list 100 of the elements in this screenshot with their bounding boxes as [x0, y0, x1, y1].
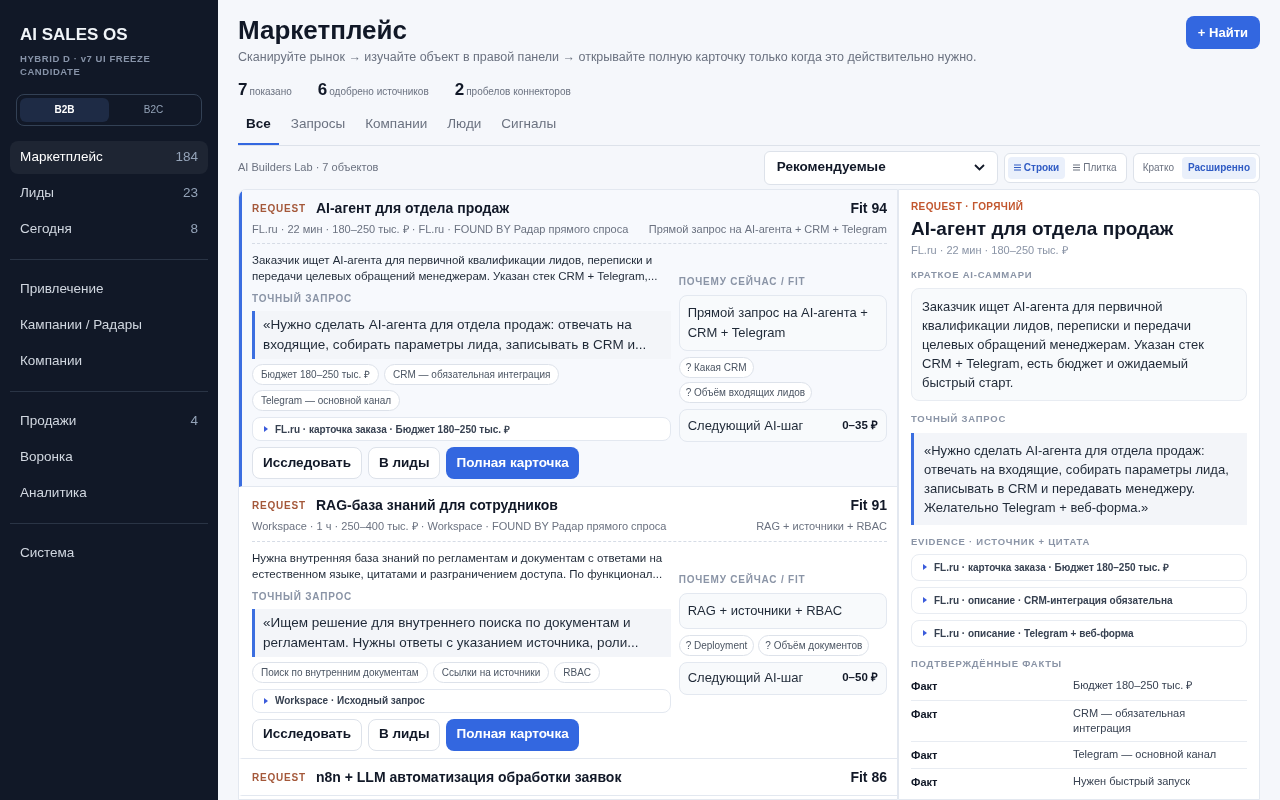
question-chip: ? Какая CRM — [678, 357, 754, 378]
stat-label: одобрено источников — [329, 84, 429, 99]
nav-item[interactable]: Сегодня 8 — [10, 212, 208, 246]
nav-item[interactable]: Компании — [10, 344, 208, 378]
fact-value: CRM — обязательная интеграция — [1073, 705, 1187, 736]
tag-chip: Бюджет 180–250 тыс. ₽ — [252, 364, 379, 385]
caret-icon — [922, 564, 928, 571]
action-button[interactable]: Полная карточка — [446, 718, 579, 751]
card-fit-reason: Прямой запрос на AI-агента + CRM + Telegram — [648, 221, 887, 237]
detail-meta: FL.ru · 22 мин · 180–250 тыс. ₽ — [911, 242, 1069, 258]
lead-card[interactable] — [239, 189, 897, 487]
tag-chip: CRM — обязательная интеграция — [384, 364, 560, 385]
stat-label: пробелов коннекторов — [466, 84, 571, 99]
quote-block: «Нужно сделать AI-агента для отдела продаж: отвечать на входящие, собирать параметры лида, записывать в CRM и... — [252, 311, 671, 359]
segment-tab[interactable]: B2C — [109, 97, 198, 122]
question-chip: ? Объём документов — [758, 634, 870, 656]
fact-label: Факт — [911, 747, 939, 763]
find-button[interactable]: + Найти — [1185, 16, 1260, 49]
segment-tab[interactable]: B2B — [20, 97, 109, 122]
evidence-row[interactable]: FL.ru · описание · CRM-интеграция обязательна — [911, 586, 1247, 614]
card-fit-reason: RAG + источники + RBAC — [756, 519, 887, 534]
nav-label: Воронка — [20, 447, 73, 466]
section-label: EVIDENCE · ИСТОЧНИК + ЦИТАТА — [911, 534, 1092, 549]
nav-item[interactable]: Продажи 4 — [10, 404, 208, 438]
section-label: ТОЧНЫЙ ЗАПРОС — [252, 589, 354, 604]
nav-item[interactable]: Лиды 23 — [10, 176, 208, 210]
filter-tab[interactable]: Запросы — [282, 112, 354, 145]
type-label: REQUEST — [252, 770, 306, 785]
next-step-price: 0–35 ₽ — [842, 417, 878, 433]
nav-label: Лиды — [20, 183, 54, 202]
fact-value: Нужен быстрый запуск — [1073, 774, 1191, 789]
nav-label: Система — [20, 543, 75, 562]
fit-reason-box: Прямой запрос на AI-агента + CRM + Telegram — [678, 295, 887, 351]
summary-box: Заказчик ищет AI-агента для первичной квалификации лидов, переписки и передачи целевых обращений менеджерам. Указан стек CRM + Telegram, есть бюджет и ожидаемый быстрый старт. — [911, 288, 1247, 402]
tag-chip: Telegram — основной канал — [252, 390, 401, 411]
density-button[interactable]: Расширенно — [1182, 156, 1256, 179]
app-subtitle: HYBRID D · v7 UI FREEZE CANDIDATE — [19, 51, 152, 78]
action-button[interactable]: Полная карточка — [446, 447, 579, 479]
question-chip: ? Deployment — [678, 634, 755, 656]
stat-value: 7 — [238, 78, 248, 101]
detail-eyebrow: REQUEST · ГОРЯЧИЙ — [911, 199, 1025, 214]
caret-icon — [922, 630, 928, 637]
question-chip: ? Объём входящих лидов — [678, 382, 813, 403]
type-label: REQUEST — [252, 499, 306, 513]
action-button[interactable]: В лиды — [368, 718, 441, 751]
filter-tab[interactable]: Сигналы — [493, 112, 565, 145]
filter-tab[interactable]: Компании — [357, 112, 436, 145]
nav-item[interactable]: Привлечение — [10, 272, 208, 306]
card-title: AI-агент для отдела продаж — [315, 198, 510, 218]
action-button[interactable]: Исследовать — [252, 718, 362, 751]
nav-label: Маркетплейс — [20, 147, 103, 166]
chevron-down-icon — [973, 164, 985, 171]
sort-select[interactable]: Рекомендуемые — [763, 150, 998, 185]
nav-item[interactable]: Кампании / Радары — [10, 308, 208, 342]
nav-item[interactable]: Система — [10, 536, 208, 570]
fit-reason-box: RAG + источники + RBAC — [678, 592, 887, 629]
fact-label: Факт — [911, 706, 939, 722]
stat-value: 2 — [454, 78, 465, 101]
card-summary: Заказчик ищет AI-агента для первичной квалификации лидов, переписки и передачи целевых обращений менеджерам. Указан стек CRM + Telegram,... — [252, 253, 659, 284]
filter-tab[interactable]: Все — [238, 112, 279, 145]
nav-label: Привлечение — [20, 279, 104, 298]
section-label: ПОДТВЕРЖДЁННЫЕ ФАКТЫ — [911, 656, 1063, 671]
section-label: ТОЧНЫЙ ЗАПРОС — [911, 412, 1008, 427]
card-title: n8n + LLM автоматизация обработки заявок — [315, 767, 622, 787]
nav-item[interactable]: Воронка — [10, 440, 208, 474]
section-label: ТОЧНЫЙ ЗАПРОС — [252, 291, 354, 306]
card-meta: FL.ru · 22 мин · 180–250 тыс. ₽ · FL.ru · FOUND BY Радар прямого спроса — [252, 221, 629, 237]
evidence-row[interactable]: Workspace · Исходный запрос — [252, 688, 671, 713]
evidence-row[interactable]: FL.ru · карточка заказа · Бюджет 180–250 тыс. ₽ — [252, 417, 671, 441]
nav-count: 184 — [175, 147, 198, 166]
detail-title: AI-агент для отдела продаж — [911, 216, 1175, 241]
nav-item[interactable]: Аналитика — [10, 476, 208, 510]
context-label: AI Builders Lab · 7 объектов — [238, 160, 379, 176]
view-mode-button[interactable]: Строки — [1007, 156, 1066, 179]
stat-value: 6 — [317, 78, 328, 101]
nav-count: 4 — [190, 411, 198, 430]
view-mode-button[interactable]: Плитка — [1067, 156, 1123, 179]
section-label: ПОЧЕМУ СЕЙЧАС / FIT — [678, 572, 807, 587]
caret-icon — [263, 426, 269, 432]
nav-label: Аналитика — [20, 483, 87, 502]
app-title: AI SALES OS — [19, 24, 129, 46]
action-button[interactable]: В лиды — [368, 447, 441, 479]
next-step-price: 0–50 ₽ — [842, 670, 878, 686]
nav-item[interactable]: Маркетплейс 184 — [10, 140, 208, 174]
action-button[interactable]: Исследовать — [252, 447, 362, 479]
evidence-row[interactable]: FL.ru · карточка заказа · Бюджет 180–250 тыс. ₽ — [911, 553, 1247, 581]
density-button[interactable]: Кратко — [1136, 156, 1180, 179]
stat-label: показано — [249, 84, 292, 99]
nav-label: Продажи — [20, 411, 77, 430]
evidence-row[interactable]: FL.ru · описание · Telegram + веб-форма — [911, 619, 1247, 647]
card-summary: Нужна внутренняя база знаний по регламентам и документам с ответами на естественном языке, цитатами и разграничением доступа. По функционал... — [252, 550, 664, 582]
fact-value: Telegram — основной канал — [1073, 746, 1218, 762]
tag-chip: Ссылки на источники — [432, 661, 550, 683]
fit-score: Fit 94 — [850, 198, 887, 218]
caret-icon — [263, 697, 269, 704]
nav-count: 23 — [182, 183, 198, 202]
caret-icon — [922, 597, 928, 604]
filter-tab[interactable]: Люди — [439, 112, 490, 145]
next-step-label: Следующий AI-шаг — [687, 669, 804, 688]
card-title: RAG-база знаний для сотрудников — [315, 496, 558, 515]
